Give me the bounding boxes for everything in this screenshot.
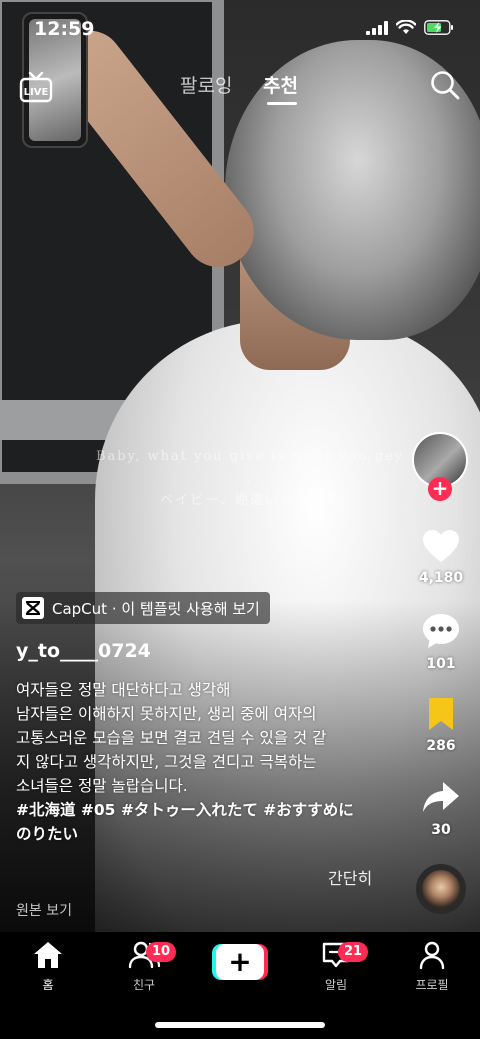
share-arrow-icon <box>423 782 459 812</box>
status-bar: 12:59 <box>0 0 480 50</box>
plus-icon: + <box>216 944 264 980</box>
tab-profile[interactable]: 프로필 <box>392 940 472 993</box>
overlay-text-line2: ベイビー、勘違いしないで <box>160 493 340 508</box>
caption-line: 소녀들은 정말 놀랍습니다. <box>16 777 188 795</box>
tab-following[interactable]: 팔로잉 <box>180 71 232 98</box>
like-count: 4,180 <box>418 570 464 586</box>
search-button[interactable] <box>428 68 462 102</box>
video-overlay-text: Baby, what you give is what you gey . ベイ… <box>90 446 410 512</box>
profile-icon <box>419 941 445 970</box>
status-icons <box>366 20 454 35</box>
bookmark-icon <box>429 698 453 730</box>
caption-line: 고통스러운 모습을 보면 결코 견딜 수 있을 것 같 <box>16 729 327 747</box>
wifi-icon <box>396 20 416 34</box>
live-tv-icon: LIVE <box>19 71 53 103</box>
capcut-template-chip[interactable]: CapCut · 이 템플릿 사용해 보기 <box>16 592 270 624</box>
home-icon <box>34 942 62 968</box>
caption-line: 남자들은 이해하지 못하지만, 생리 중에 여자의 <box>16 705 317 723</box>
view-original-link[interactable]: 원본 보기 <box>16 900 72 920</box>
capcut-logo-icon <box>22 597 44 619</box>
like-button[interactable]: 4,180 <box>408 528 474 586</box>
active-tab-indicator <box>267 102 297 105</box>
live-button[interactable]: LIVE <box>18 68 54 104</box>
comment-count: 101 <box>426 656 456 672</box>
tab-inbox-label: 알림 <box>324 978 348 992</box>
caption-line: 여자들은 정말 대단하다고 생각해 <box>16 681 231 699</box>
signal-icon <box>366 20 388 35</box>
post-caption[interactable]: 여자들은 정말 대단하다고 생각해 남자들은 이해하지 못하지만, 생리 중에 … <box>16 678 386 846</box>
tab-home-label: 홈 <box>42 978 54 992</box>
tab-inbox[interactable]: 알림 21 <box>296 940 376 993</box>
author-username[interactable]: y_to____0724 <box>16 640 151 662</box>
heart-icon <box>423 530 459 562</box>
battery-charging-icon <box>424 20 453 35</box>
tab-profile-label: 프로필 <box>415 978 449 992</box>
comment-button[interactable]: 101 <box>408 612 474 672</box>
share-count: 30 <box>431 822 451 838</box>
tab-friends-label: 친구 <box>132 978 156 992</box>
live-label: LIVE <box>24 87 49 98</box>
tab-home[interactable]: 홈 <box>8 940 88 993</box>
tab-for-you[interactable]: 추천 <box>263 71 298 98</box>
status-time: 12:59 <box>34 18 95 40</box>
inbox-badge: 21 <box>338 942 369 962</box>
save-button[interactable]: 286 <box>408 696 474 754</box>
music-disc[interactable] <box>416 864 466 914</box>
follow-button[interactable]: + <box>428 477 452 501</box>
collapse-caption-link[interactable]: 간단히 <box>328 865 372 889</box>
search-icon <box>431 71 460 100</box>
caption-line: 지 않다고 생각하지만, 그것을 견디고 극복하는 <box>16 753 317 771</box>
top-nav: LIVE 팔로잉 추천 <box>0 60 480 110</box>
caption-hashtags-cont[interactable]: のりたい <box>16 822 386 846</box>
friends-badge: 10 <box>146 942 177 962</box>
caption-hashtags[interactable]: #北海道 #05 #タトゥー入れたて #おすすめに <box>16 798 386 822</box>
bottom-tab-bar: 홈 친구 10 + 알림 21 프로필 <box>0 932 480 1039</box>
capcut-label: CapCut · 이 템플릿 사용해 보기 <box>52 599 260 618</box>
home-indicator <box>155 1022 325 1028</box>
overlay-text-line1: Baby, what you give is what you gey . <box>95 449 405 486</box>
save-count: 286 <box>426 738 456 754</box>
create-button[interactable]: + <box>212 944 268 980</box>
comment-icon <box>423 614 459 648</box>
tab-friends[interactable]: 친구 10 <box>104 940 184 993</box>
share-button[interactable]: 30 <box>408 780 474 838</box>
